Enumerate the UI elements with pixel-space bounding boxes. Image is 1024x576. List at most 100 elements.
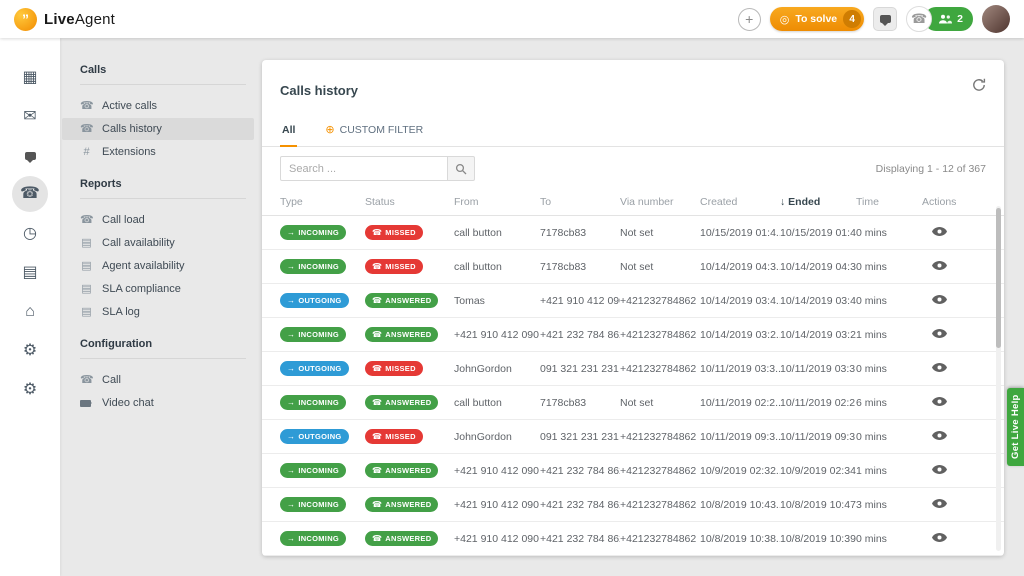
type-cell: → OUTGOING <box>280 429 365 444</box>
nav-item-active-calls[interactable]: ☎ Active calls <box>62 95 254 117</box>
view-call-eye-icon[interactable] <box>922 362 947 372</box>
actions-cell <box>922 464 1004 477</box>
view-call-eye-icon[interactable] <box>922 430 947 440</box>
nav-item-call-availability[interactable]: ▤ Call availability <box>62 232 254 254</box>
scrollbar[interactable] <box>996 206 1001 551</box>
type-cell: → INCOMING <box>280 463 365 478</box>
nav-item-agent-availability[interactable]: ▤ Agent availability <box>62 255 254 277</box>
type-badge: → INCOMING <box>280 395 347 410</box>
table-row[interactable]: → INCOMING ☎ ANSWERED +421 910 412 090 +421 2… <box>262 318 1004 352</box>
view-call-eye-icon[interactable] <box>922 260 947 270</box>
status-badge: ☎ ANSWERED <box>365 463 439 478</box>
column-header-status[interactable]: Status <box>365 196 454 208</box>
nav-section-title: Calls <box>80 64 107 76</box>
contacts-icon[interactable]: ▤ <box>13 259 47 286</box>
view-call-eye-icon[interactable] <box>922 328 947 338</box>
brand-bold: Live <box>44 10 75 28</box>
table-row[interactable]: → INCOMING ☎ ANSWERED call button 7178cb83 Not… <box>262 386 1004 420</box>
nav-item-sla-log[interactable]: ▤ SLA log <box>62 301 254 323</box>
nav-section-configuration: Configuration ☎ Call Video chat <box>80 338 246 414</box>
tab-all[interactable]: All <box>280 118 298 147</box>
column-header-time[interactable]: Time <box>856 196 922 208</box>
via-number-cell: +421232784862 <box>620 464 697 477</box>
to-solve-button[interactable]: ◎ To solve 4 <box>769 7 865 31</box>
type-badge: → INCOMING <box>280 497 347 512</box>
ended-cell: 10/11/2019 03:3... <box>780 362 856 375</box>
actions-cell <box>922 294 1004 307</box>
phone-icon: ☎ <box>372 261 383 271</box>
status-cell: ☎ MISSED <box>365 361 454 376</box>
created-cell: 10/14/2019 03:4... <box>700 294 780 307</box>
dashboard-icon[interactable]: ▦ <box>13 64 47 91</box>
tab-custom-filter[interactable]: ⊕ CUSTOM FILTER <box>323 118 425 146</box>
table-row[interactable]: → OUTGOING ☎ MISSED JohnGordon 091 321 231 23… <box>262 352 1004 386</box>
column-header-actions[interactable]: Actions <box>922 196 1004 208</box>
view-call-eye-icon[interactable] <box>922 226 947 236</box>
tickets-icon[interactable]: ✉ <box>13 103 47 130</box>
nav-item-sla-compliance[interactable]: ▤ SLA compliance <box>62 278 254 300</box>
table-row[interactable]: → INCOMING ☎ MISSED call button 7178cb83 Not s… <box>262 250 1004 284</box>
divider <box>80 198 246 199</box>
table-row[interactable]: → INCOMING ☎ ANSWERED +421 910 412 090 +421 2… <box>262 454 1004 488</box>
from-cell: +421 910 412 090 <box>454 532 539 545</box>
billing-icon[interactable]: ⌂ <box>13 298 47 325</box>
doc-icon: ▤ <box>81 236 92 249</box>
calls-icon[interactable]: ☎ <box>12 176 48 212</box>
column-header-created[interactable]: Created <box>700 196 780 208</box>
type-badge: → OUTGOING <box>280 361 349 376</box>
status-badge: ☎ ANSWERED <box>365 293 439 308</box>
arrow-icon: → <box>287 295 296 305</box>
table-row[interactable]: → INCOMING ☎ MISSED call button 7178cb83 Not s… <box>262 216 1004 250</box>
created-cell: 10/8/2019 10:43... <box>700 498 780 511</box>
search-input[interactable] <box>280 156 448 181</box>
status-cell: ☎ MISSED <box>365 429 454 444</box>
configuration-icon[interactable]: ⚙ <box>13 376 47 403</box>
avatar[interactable] <box>982 5 1010 33</box>
history-icon[interactable]: ◷ <box>13 220 47 247</box>
nav-item-call-load[interactable]: ☎ Call load <box>62 209 254 231</box>
chats-icon[interactable] <box>13 142 47 169</box>
column-header-type[interactable]: Type <box>280 196 365 208</box>
arrow-icon: → <box>287 363 296 373</box>
column-header-via-number[interactable]: Via number <box>620 196 700 208</box>
phone-icon: ☎ <box>372 295 383 305</box>
liveagent-logo-icon: ” <box>14 7 37 31</box>
phone-icon: ☎ <box>80 373 94 386</box>
nav-item-extensions[interactable]: # Extensions <box>62 141 254 163</box>
status-badge: ☎ MISSED <box>365 429 423 444</box>
nav-item-calls-history[interactable]: ☎ Calls history <box>62 118 254 140</box>
column-header-from[interactable]: From <box>454 196 540 208</box>
add-button[interactable]: + <box>737 7 761 31</box>
view-call-eye-icon[interactable] <box>922 396 947 406</box>
view-call-eye-icon[interactable] <box>922 464 947 474</box>
to-cell: 7178cb83 <box>540 226 587 239</box>
column-header-to[interactable]: To <box>540 196 620 208</box>
nav-item-video-chat[interactable]: Video chat <box>62 392 254 414</box>
phone-icon: ☎ <box>372 465 383 475</box>
refresh-icon[interactable] <box>972 78 986 97</box>
arrow-icon: → <box>287 261 296 271</box>
status-cell: ☎ ANSWERED <box>365 327 454 342</box>
column-header-ended[interactable]: ↓ Ended <box>780 196 856 208</box>
get-live-help-button[interactable]: Get Live Help <box>1007 388 1024 466</box>
scrollbar-thumb[interactable] <box>996 208 1001 348</box>
ended-cell: 10/8/2019 10:39... <box>780 532 856 545</box>
from-cell: +421 910 412 090 <box>454 328 539 341</box>
table-row[interactable]: → INCOMING ☎ ANSWERED +421 910 412 090 +421 2… <box>262 488 1004 522</box>
phone-status-button[interactable]: ☎ <box>906 6 933 32</box>
via-number-cell: +421232784862 <box>620 498 697 511</box>
actions-cell <box>922 260 1004 273</box>
view-call-eye-icon[interactable] <box>922 294 947 304</box>
brand-regular: Agent <box>74 10 116 28</box>
time-cell: 1 mins <box>856 464 887 477</box>
chat-icon <box>879 15 891 26</box>
chat-toggle-button[interactable] <box>873 7 898 31</box>
settings-icon[interactable]: ⚙ <box>13 337 47 364</box>
view-call-eye-icon[interactable] <box>922 498 947 508</box>
nav-item-call[interactable]: ☎ Call <box>62 369 254 391</box>
search-button[interactable] <box>448 156 475 181</box>
table-row[interactable]: → INCOMING ☎ ANSWERED +421 910 412 090 +421 2… <box>262 522 1004 556</box>
table-row[interactable]: → OUTGOING ☎ ANSWERED Tomas +421 910 412 090 +… <box>262 284 1004 318</box>
table-row[interactable]: → OUTGOING ☎ MISSED JohnGordon 091 321 231 23… <box>262 420 1004 454</box>
view-call-eye-icon[interactable] <box>922 532 947 542</box>
